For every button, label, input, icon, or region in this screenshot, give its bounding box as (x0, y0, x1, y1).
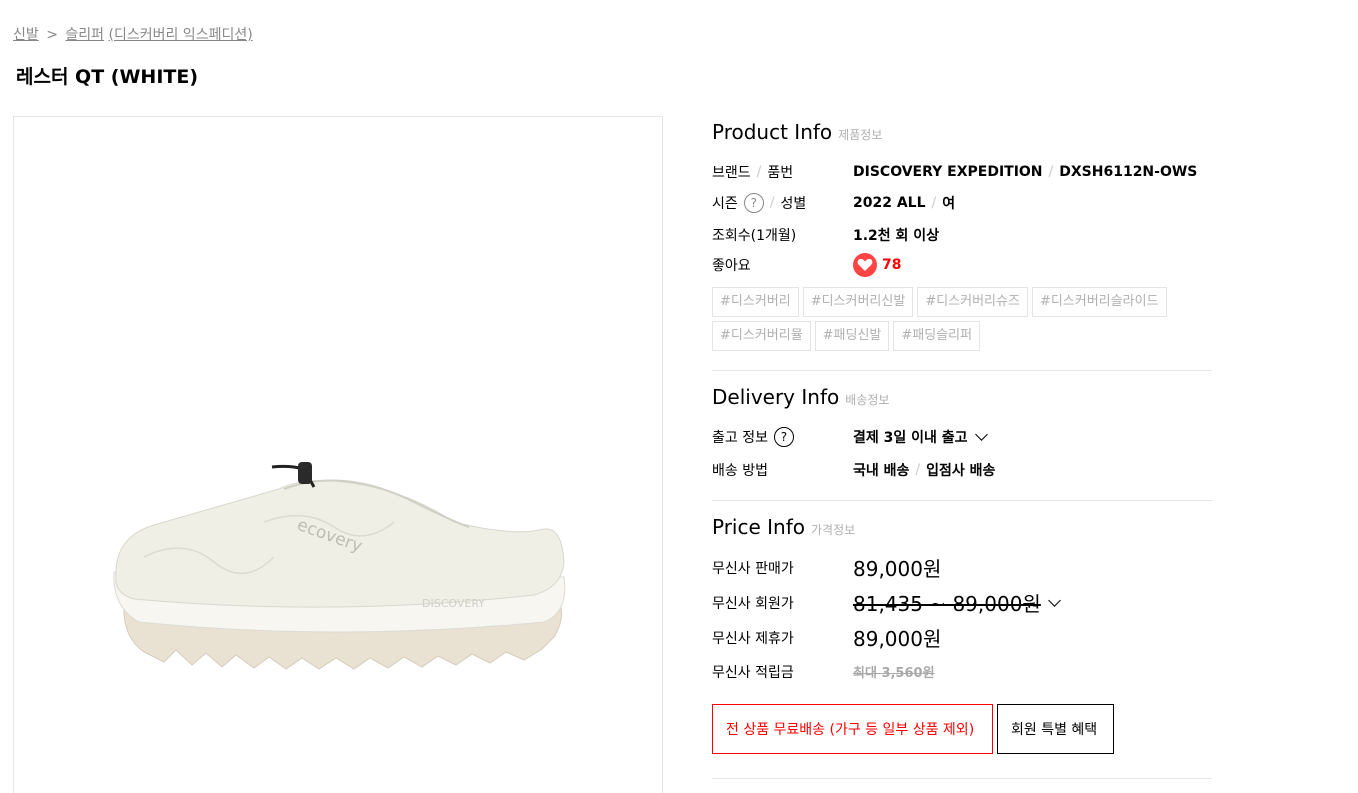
tag-item[interactable]: #디스커버리슈즈 (917, 287, 1028, 317)
code-label: 품번 (767, 165, 794, 181)
product-info-section: Product Info 제품정보 브랜드 / 품번 DISCOVERY EXP… (712, 116, 1212, 351)
views-row: 조회수(1개월) 1.2천 회 이상 (712, 218, 1212, 251)
label-slash: / (756, 164, 762, 180)
product-image[interactable]: ecovery DISCOVERY (13, 116, 663, 793)
value-slash: / (915, 462, 921, 478)
brand-value[interactable]: DISCOVERY EXPEDITION (853, 164, 1043, 180)
season-value: 2022 ALL (853, 195, 926, 211)
season-help-icon[interactable]: ? (743, 193, 764, 213)
method-row: 배송 방법 국내 배송 / 입점사 배송 (712, 454, 1212, 486)
chevron-down-icon (1047, 593, 1061, 607)
product-info-subheading: 제품정보 (838, 128, 883, 142)
gender-label: 성별 (780, 196, 807, 212)
brand-label: 브랜드 (712, 165, 751, 181)
partner-price-value: 89,000원 (853, 627, 942, 651)
breadcrumb-brand-link[interactable]: (디스커버리 익스페디션) (109, 27, 253, 43)
shoe-illustration: ecovery DISCOVERY (113, 462, 566, 670)
points-label: 무신사 적립금 (712, 664, 794, 681)
section-divider (712, 370, 1212, 371)
tag-item[interactable]: #디스커버리신발 (802, 287, 914, 317)
product-code-value: DXSH6112N-OWS (1059, 164, 1198, 180)
likes-label: 좋아요 (712, 258, 751, 274)
partner-price-label: 무신사 제휴가 (712, 630, 794, 647)
delivery-info-section: Delivery Info 배송정보 출고 정보 ? 결제 3일 이내 출고 배… (712, 381, 1212, 486)
section-divider (712, 500, 1212, 501)
points-value: 최대 3,560원 (853, 666, 935, 681)
partner-price-row: 무신사 제휴가 89,000원 (712, 620, 1212, 655)
likes-row: 좋아요 78 (712, 251, 1212, 279)
season-label: 시즌 (712, 196, 738, 212)
sale-price-row: 무신사 판매가 89,000원 (712, 550, 1212, 585)
gender-value: 여 (942, 196, 956, 212)
likes-count: 78 (882, 257, 902, 273)
price-info-subheading: 가격정보 (811, 523, 856, 537)
value-slash: / (931, 195, 937, 211)
points-row: 무신사 적립금 최대 3,560원 (712, 655, 1212, 688)
sale-price-value: 89,000원 (853, 557, 942, 581)
section-divider (712, 778, 1212, 779)
member-price-label: 무신사 회원가 (712, 595, 794, 612)
method-label: 배송 방법 (712, 463, 768, 479)
tag-list: #디스커버리 #디스커버리신발 #디스커버리슈즈 #디스커버리슬라이드 #디스커… (712, 287, 1172, 351)
views-value: 1.2천 회 이상 (853, 227, 940, 244)
tag-item[interactable]: #패딩신발 (814, 321, 890, 351)
sale-price-label: 무신사 판매가 (712, 560, 794, 577)
label-slash: / (769, 195, 775, 211)
shipping-row: 출고 정보 ? 결제 3일 이내 출고 (712, 420, 1212, 454)
delivery-info-subheading: 배송정보 (845, 393, 890, 407)
svg-text:DISCOVERY: DISCOVERY (422, 597, 485, 610)
price-info-heading: Price Info (712, 515, 805, 539)
shipping-value: 결제 3일 이내 출고 (853, 430, 968, 446)
heart-icon[interactable] (853, 253, 877, 277)
member-price-dropdown[interactable]: 81,435 ~ 89,000원 (853, 588, 1061, 617)
breadcrumb-slipper-link[interactable]: 슬리퍼 (65, 27, 104, 43)
member-price-value: 81,435 ~ 89,000원 (853, 592, 1041, 616)
member-price-row: 무신사 회원가 81,435 ~ 89,000원 (712, 585, 1212, 620)
breadcrumb-shoes-link[interactable]: 신발 (13, 27, 39, 43)
tag-item[interactable]: #디스커버리슬라이드 (1031, 287, 1167, 317)
chevron-down-icon (974, 428, 988, 441)
breadcrumb: 신발 > 슬리퍼 (디스커버리 익스페디션) (13, 24, 253, 44)
tag-item[interactable]: #패딩슬리퍼 (893, 321, 981, 351)
shipping-dropdown[interactable]: 결제 3일 이내 출고 (853, 427, 988, 447)
season-row: 시즌 ? / 성별 2022 ALL / 여 (712, 188, 1212, 218)
method-value-domestic: 국내 배송 (853, 463, 910, 479)
views-label: 조회수(1개월) (712, 227, 797, 244)
benefit-buttons: 전 상품 무료배송 (가구 등 일부 상품 제외) 회원 특별 혜택 (712, 704, 1212, 754)
value-slash: / (1048, 164, 1054, 180)
shipping-label: 출고 정보 (712, 430, 768, 446)
product-info-panel: Product Info 제품정보 브랜드 / 품번 DISCOVERY EXP… (712, 116, 1212, 779)
delivery-info-heading: Delivery Info (712, 385, 840, 409)
price-info-section: Price Info 가격정보 무신사 판매가 89,000원 무신사 회원가 … (712, 511, 1212, 754)
brand-row: 브랜드 / 품번 DISCOVERY EXPEDITION / DXSH6112… (712, 156, 1212, 188)
shipping-help-icon[interactable]: ? (773, 427, 794, 447)
free-shipping-button[interactable]: 전 상품 무료배송 (가구 등 일부 상품 제외) (712, 704, 993, 754)
product-title: 레스터 QT (WHITE) (16, 66, 199, 88)
tag-item[interactable]: #디스커버리뮬 (712, 321, 811, 351)
method-value-vendor: 입점사 배송 (926, 463, 996, 479)
member-benefit-button[interactable]: 회원 특별 혜택 (997, 704, 1114, 754)
tag-item[interactable]: #디스커버리 (712, 287, 799, 317)
product-info-heading: Product Info (712, 120, 833, 144)
breadcrumb-separator: > (46, 27, 58, 43)
